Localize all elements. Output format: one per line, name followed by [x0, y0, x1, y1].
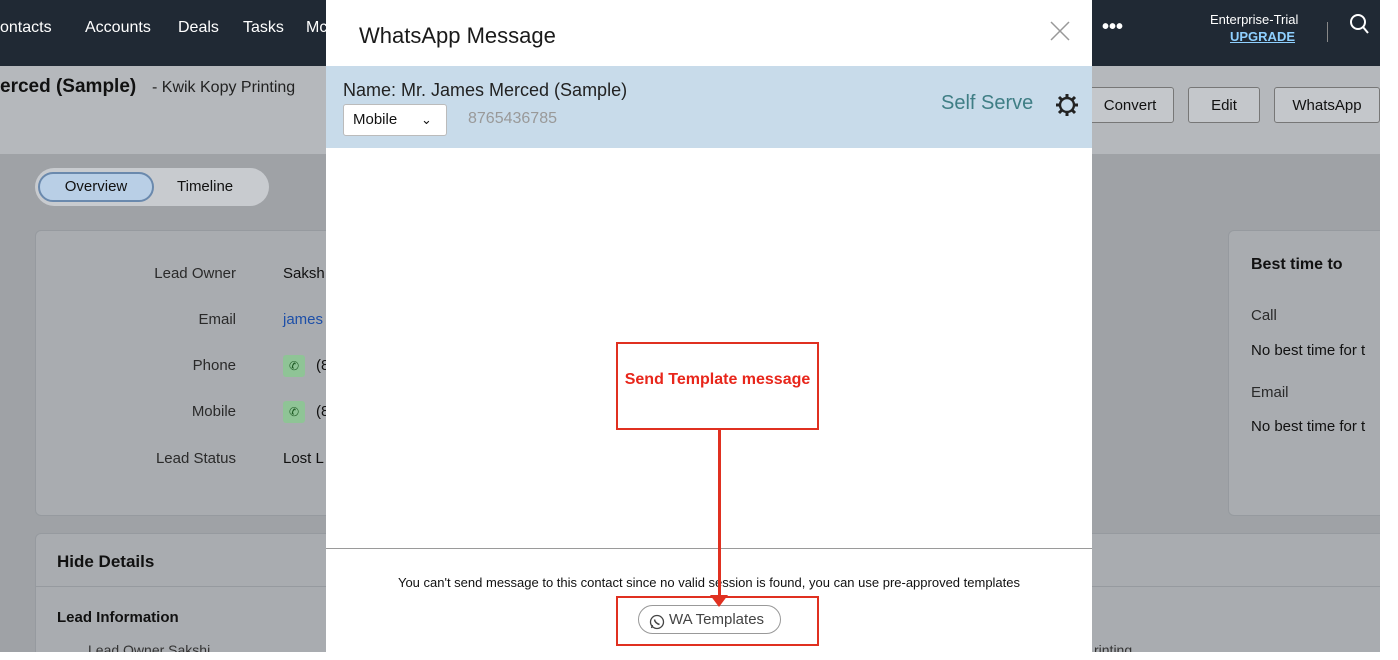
field-label: Lead Owner: [154, 265, 236, 282]
phone-icon[interactable]: ✆: [283, 355, 305, 377]
field-label: Lead Status: [155, 450, 236, 467]
bottom-strip: [0, 652, 1398, 660]
nav-tasks[interactable]: Tasks: [243, 19, 284, 37]
lead-information-heading: Lead Information: [57, 609, 179, 626]
search-icon[interactable]: [1348, 12, 1370, 43]
session-notice: You can't send message to this contact s…: [397, 575, 1021, 590]
dialog-title: WhatsApp Message: [359, 23, 556, 48]
call-value: No best time for t: [1251, 342, 1366, 359]
close-icon[interactable]: [1048, 19, 1072, 43]
field-label: Phone: [192, 357, 236, 374]
field-row-cut: Lead Owner Sakshi: [88, 642, 211, 652]
email-label: Email: [1251, 384, 1289, 401]
self-serve-label: Self Serve: [941, 92, 1034, 114]
phone-number: 8765436785: [468, 110, 557, 127]
phone-type-select[interactable]: Mobile ⌄: [343, 104, 447, 136]
contact-name: Name: Mr. James Merced (Sample): [343, 80, 628, 100]
nav-accounts[interactable]: Accounts: [85, 19, 151, 37]
tab-overview[interactable]: Overview: [38, 172, 154, 202]
annotation-text: Send Template message: [624, 371, 811, 388]
phone-type-value: Mobile: [353, 111, 398, 128]
nav-contacts[interactable]: ontacts: [0, 19, 52, 37]
call-label: Call: [1251, 307, 1277, 324]
chevron-down-icon: ⌄: [421, 112, 432, 127]
more-menu-icon[interactable]: •••: [1102, 16, 1123, 39]
edit-button[interactable]: Edit: [1188, 87, 1260, 123]
crm-app-background: ontacts Accounts Deals Tasks Mc ••• Ente…: [0, 0, 1380, 652]
record-title: erced (Sample): [0, 76, 137, 97]
field-value: Lost L: [283, 450, 324, 467]
best-time-title: Best time to: [1251, 256, 1343, 273]
hide-details-toggle[interactable]: Hide Details: [57, 552, 154, 572]
convert-button[interactable]: Convert: [1086, 87, 1174, 123]
dialog-header: WhatsApp Message: [326, 0, 1092, 66]
gear-icon[interactable]: [1054, 92, 1080, 123]
upgrade-link[interactable]: UPGRADE: [1230, 29, 1295, 44]
field-label: Mobile: [191, 403, 236, 420]
annotation-highlight-box: [616, 596, 819, 646]
whatsapp-button[interactable]: WhatsApp: [1274, 87, 1380, 123]
field-label: Email: [198, 311, 236, 328]
record-subtitle: - Kwik Kopy Printing: [152, 79, 296, 96]
email-link[interactable]: james: [283, 311, 323, 328]
field-value: Saksh: [283, 265, 325, 282]
dialog-divider: [326, 548, 1092, 549]
phone-icon[interactable]: ✆: [283, 401, 305, 423]
field-value-cut: rinting: [1094, 642, 1133, 652]
nav-separator: [1327, 22, 1328, 42]
annotation-arrow-line: [718, 430, 721, 602]
tab-timeline[interactable]: Timeline: [177, 178, 233, 195]
whatsapp-message-dialog: WhatsApp Message Name: Mr. James Merced …: [326, 0, 1092, 652]
nav-more-module[interactable]: Mc: [306, 19, 327, 37]
nav-deals[interactable]: Deals: [178, 19, 219, 37]
plan-label: Enterprise-Trial: [1210, 12, 1299, 27]
email-value: No best time for t: [1251, 418, 1366, 435]
annotation-callout: Send Template message: [616, 342, 819, 430]
